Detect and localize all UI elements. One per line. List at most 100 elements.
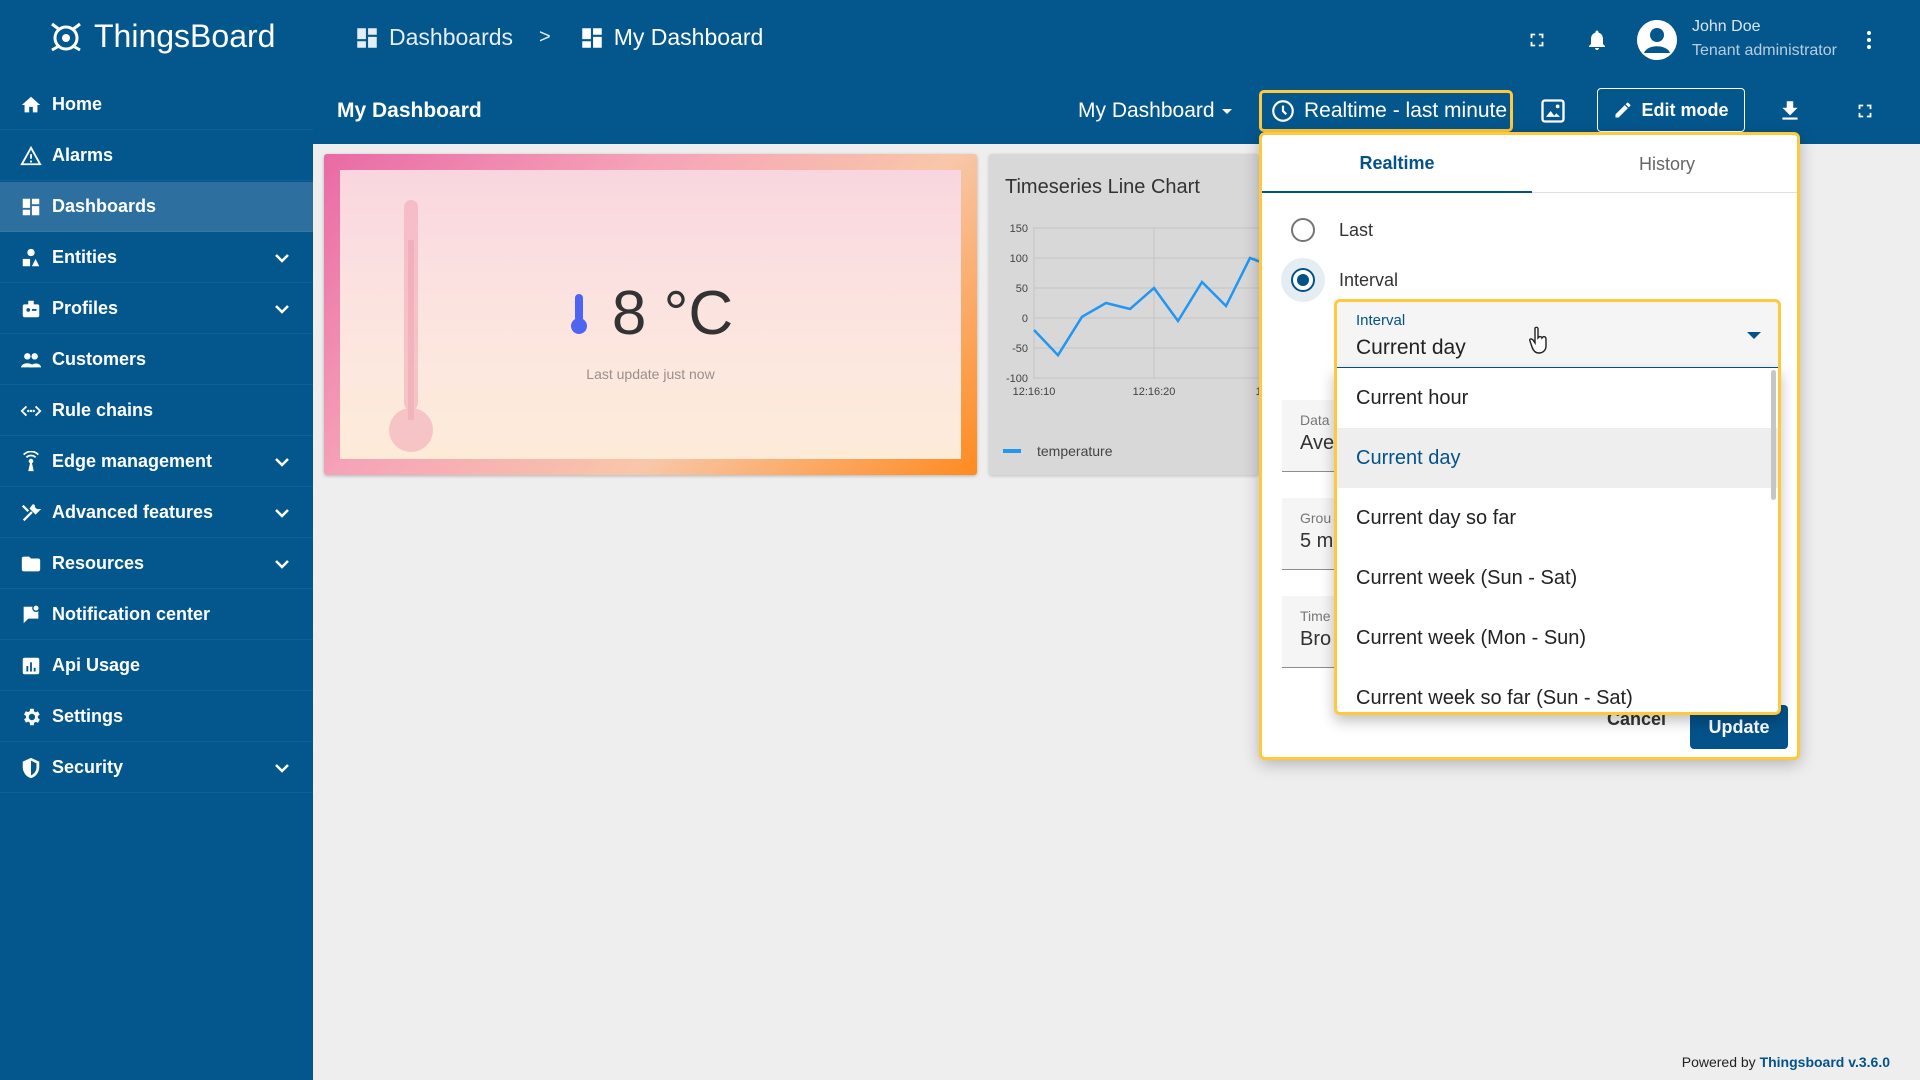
timewindow-button[interactable]: Realtime - last minute <box>1259 90 1513 132</box>
breadcrumb-dashboards[interactable]: Dashboards <box>354 24 513 51</box>
thingsboard-logo[interactable]: ThingsBoard <box>46 16 275 56</box>
last-update-text: Last update just now <box>586 366 715 382</box>
radio-last-control[interactable] <box>1291 218 1315 242</box>
chevron-down-icon[interactable] <box>270 297 294 321</box>
sidebar-item-label: Resources <box>52 553 145 573</box>
y-tick-label: 150 <box>1010 223 1028 235</box>
sidebar-item-label: Security <box>52 757 124 777</box>
breadcrumb-separator: > <box>539 26 551 48</box>
user-name: John Doe <box>1692 18 1761 35</box>
aggregation-field[interactable]: Data Ave <box>1282 400 1342 472</box>
temperature-widget[interactable]: 8 °C Last update just now <box>324 154 977 475</box>
line-chart: 150100500-50-10012:16:1012:16:2012:16:3 <box>1006 223 1259 398</box>
image-icon <box>1541 99 1565 123</box>
sidebar-item-label: Settings <box>52 706 124 726</box>
breadcrumb-my-dashboard[interactable]: My Dashboard <box>579 24 763 51</box>
tools-icon <box>20 502 42 524</box>
sidebar-item-settings[interactable]: Settings <box>0 692 313 742</box>
chevron-down-icon[interactable] <box>270 246 294 270</box>
y-tick-label: -100 <box>1006 373 1028 385</box>
chart-legend[interactable]: temperature <box>1003 443 1112 459</box>
export-image-button[interactable] <box>1535 93 1571 129</box>
chevron-down-icon[interactable] <box>270 501 294 525</box>
dashboard-icon <box>357 27 377 48</box>
sidebar-item-home[interactable]: Home <box>0 80 313 130</box>
sidebar-item-edge-management[interactable]: Edge management <box>0 437 313 487</box>
sidebar-item-label: Entities <box>52 247 118 267</box>
chevron-down-icon[interactable] <box>270 756 294 780</box>
fullscreen-button[interactable] <box>1521 24 1553 56</box>
download-icon <box>1782 101 1798 120</box>
more-menu-button[interactable] <box>1853 24 1885 56</box>
edit-icon <box>1615 102 1631 118</box>
interval-option[interactable]: Current hour <box>1337 368 1778 428</box>
y-tick-label: 0 <box>1022 313 1028 325</box>
tab-history[interactable]: History <box>1532 135 1802 193</box>
sidebar-item-security[interactable]: Security <box>0 743 313 793</box>
warning-icon <box>20 145 42 167</box>
sidebar-item-resources[interactable]: Resources <box>0 539 313 589</box>
radio-interval[interactable]: Interval <box>1291 268 1398 292</box>
interval-option[interactable]: Current day <box>1337 428 1778 488</box>
chevron-down-icon[interactable] <box>270 450 294 474</box>
interval-option[interactable]: Current week (Mon - Sun) <box>1337 608 1778 668</box>
sidebar-item-label: Api Usage <box>52 655 141 675</box>
download-button[interactable] <box>1772 93 1808 129</box>
gear-icon <box>20 706 42 728</box>
grouping-field[interactable]: Grou 5 m <box>1282 498 1342 570</box>
sidebar-item-dashboards[interactable]: Dashboards <box>0 182 313 232</box>
chart-icon <box>20 655 42 677</box>
interval-option[interactable]: Current week (Sun - Sat) <box>1337 548 1778 608</box>
avatar[interactable] <box>1637 20 1677 60</box>
timeseries-chart-widget[interactable]: Timeseries Line Chart 150 100 50 0 -50 -100 12… <box>989 154 1259 475</box>
notifications-button[interactable] <box>1581 24 1613 56</box>
bell-icon <box>1589 30 1605 50</box>
home-icon <box>20 94 42 116</box>
thermometer-icon <box>570 293 587 334</box>
dashboard-fullscreen-button[interactable] <box>1847 93 1883 129</box>
sidebar-item-entities[interactable]: Entities <box>0 233 313 283</box>
user-role: Tenant administrator <box>1692 42 1837 59</box>
sidebar-item-rule-chains[interactable]: Rule chains <box>0 386 313 436</box>
options-scrollbar[interactable] <box>1771 370 1776 500</box>
y-tick-label: 100 <box>1010 253 1028 265</box>
chevron-down-icon[interactable] <box>270 552 294 576</box>
interval-option[interactable]: Current week so far (Sun - Sat) <box>1337 668 1778 712</box>
interval-options-list: Current hour Current day Current day so fa… <box>1334 368 1781 715</box>
tab-realtime[interactable]: Realtime <box>1262 135 1532 193</box>
edit-mode-button[interactable]: Edit mode <box>1597 88 1745 132</box>
dashboard-select[interactable]: My Dashboard <box>1078 99 1239 123</box>
timezone-field[interactable]: Time Bro <box>1282 596 1342 668</box>
sidebar-item-alarms[interactable]: Alarms <box>0 131 313 181</box>
chart-plot-area <box>1033 227 1259 379</box>
radio-last[interactable]: Last <box>1291 218 1373 242</box>
sidebar-item-label: Customers <box>52 349 147 369</box>
thingsboard-version-link[interactable]: Thingsboard v.3.6.0 <box>1760 1054 1890 1070</box>
interval-option[interactable]: Current day so far <box>1337 488 1778 548</box>
notification-icon <box>20 603 42 626</box>
sidebar-item-api-usage[interactable]: Api Usage <box>0 641 313 691</box>
radio-interval-control[interactable] <box>1291 268 1315 292</box>
entities-icon <box>20 247 42 269</box>
dashboard-icon <box>581 27 602 48</box>
x-tick-label: 12:16:10 <box>1013 386 1056 398</box>
interval-select[interactable]: Interval Current day <box>1334 299 1781 371</box>
chart-title: Timeseries Line Chart <box>1005 176 1200 198</box>
fullscreen-icon <box>1858 104 1872 118</box>
sidebar-item-customers[interactable]: Customers <box>0 335 313 385</box>
sidebar-item-label: Rule chains <box>52 400 154 420</box>
rule-chains-icon <box>20 400 42 422</box>
interval-value: Current day <box>1356 336 1466 359</box>
footer-powered-by: Powered by Thingsboard v.3.6.0 <box>1681 1054 1890 1070</box>
sidebar-item-notification-center[interactable]: Notification center <box>0 590 313 640</box>
sidebar-item-advanced-features[interactable]: Advanced features <box>0 488 313 538</box>
sidebar-item-label: Advanced features <box>52 502 214 522</box>
account-icon <box>1637 20 1677 60</box>
more-vert-icon <box>1867 31 1871 49</box>
sidebar-item-profiles[interactable]: Profiles <box>0 284 313 334</box>
hand-cursor-icon <box>1529 326 1547 354</box>
sidebar: Home Alarms Dashboards Entities Profiles Cust… <box>0 80 313 1080</box>
sidebar-item-label: Profiles <box>52 298 119 318</box>
profiles-icon <box>20 298 42 320</box>
sidebar-item-label: Alarms <box>52 145 114 165</box>
